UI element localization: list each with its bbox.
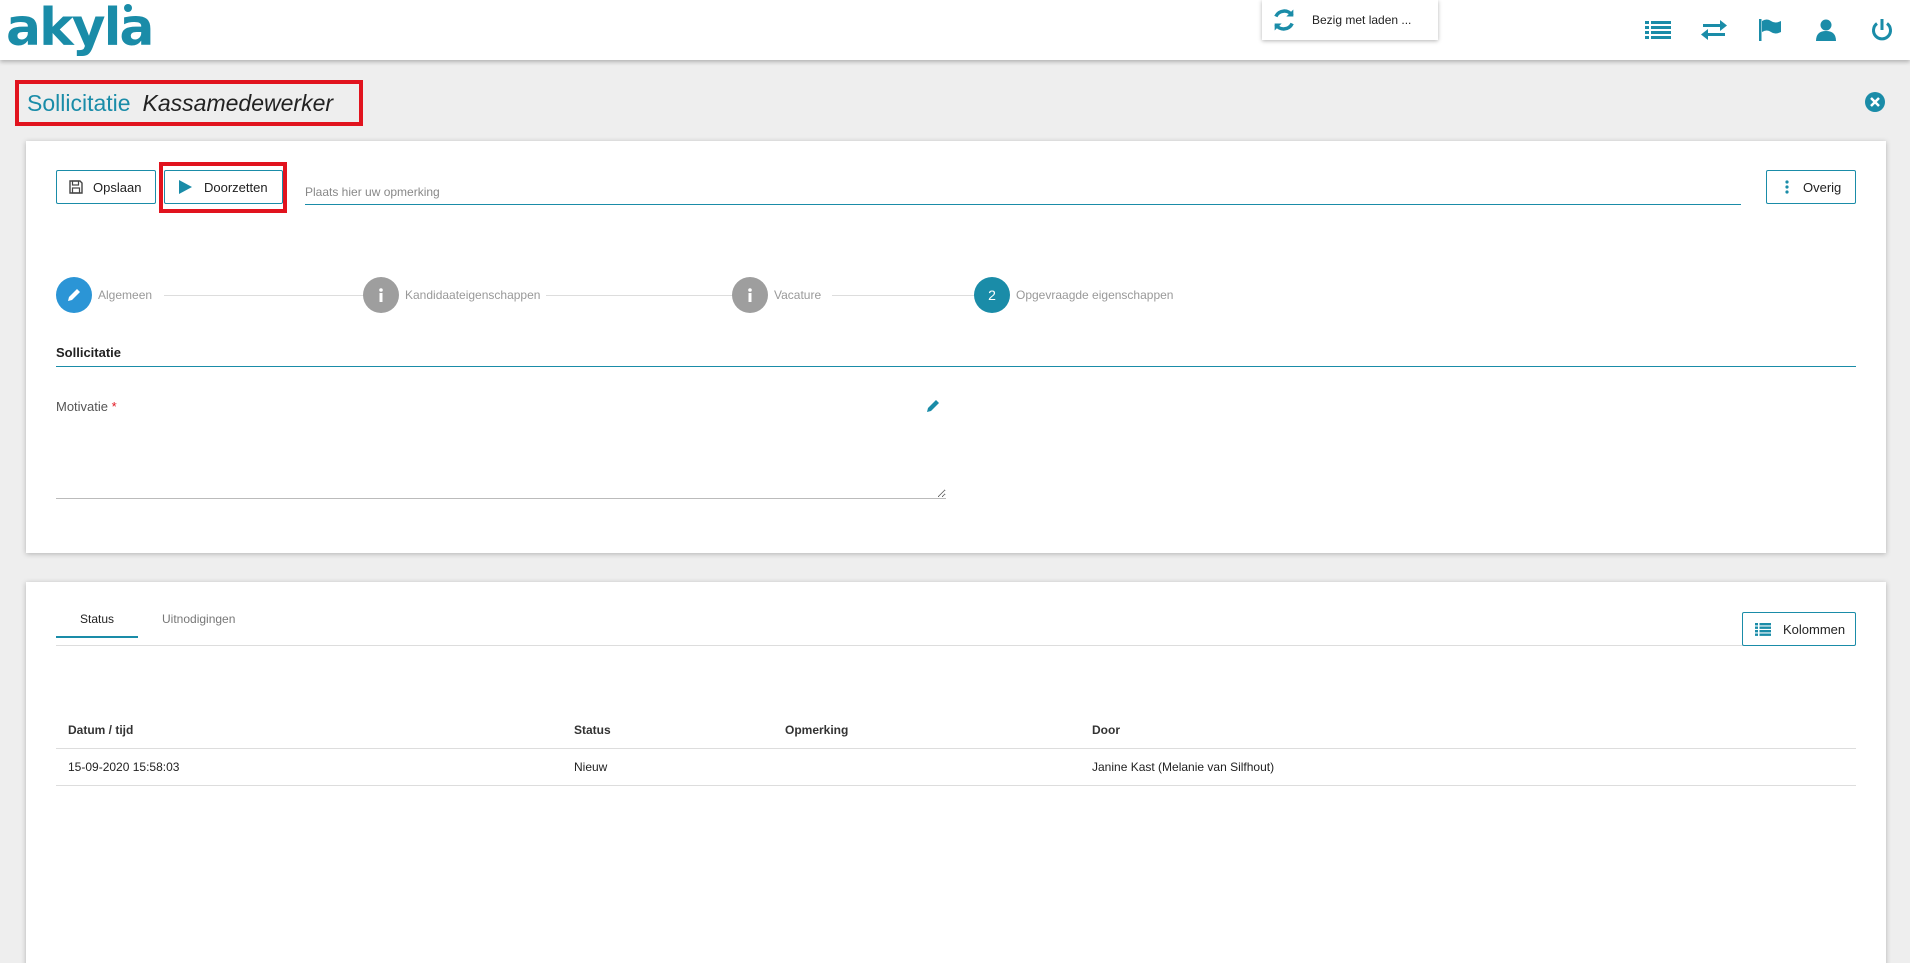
user-icon[interactable]	[1798, 16, 1854, 44]
remark-input[interactable]	[305, 175, 1741, 205]
column-header[interactable]: Opmerking	[785, 723, 1092, 737]
power-icon[interactable]	[1854, 16, 1910, 44]
logo-dot	[124, 4, 132, 12]
top-icon-bar	[1630, 16, 1910, 44]
table-cell: Nieuw	[574, 760, 608, 774]
play-icon	[179, 180, 192, 194]
step-kandidaateigenschappen[interactable]: Kandidaateigenschappen	[363, 277, 540, 313]
history-card: Status Uitnodigingen Kolommen Datum / ti…	[26, 582, 1886, 963]
pencil-icon	[56, 277, 92, 313]
table-cell: Janine Kast (Melanie van Silfhout)	[1092, 760, 1275, 774]
step-connector	[546, 295, 746, 296]
tab-uitnodigingen[interactable]: Uitnodigingen	[162, 612, 235, 636]
section-divider	[56, 366, 1856, 367]
table-cell: 15-09-2020 15:58:03	[68, 760, 180, 774]
tab-status[interactable]: Status	[56, 612, 138, 638]
page-title-main: Sollicitatie	[27, 89, 131, 116]
tabs-divider	[56, 645, 1744, 646]
columns-button[interactable]: Kolommen	[1742, 612, 1856, 646]
save-button[interactable]: Opslaan	[56, 170, 156, 204]
top-bar: akyla Bezig met laden ...	[0, 0, 1910, 60]
motivatie-label-text: Motivatie	[56, 399, 109, 414]
pencil-icon[interactable]	[926, 399, 940, 418]
loading-indicator: Bezig met laden ...	[1262, 0, 1438, 40]
info-icon	[363, 277, 399, 313]
section-title: Sollicitatie	[56, 345, 122, 360]
vertical-dots-icon	[1785, 180, 1789, 194]
step-connector	[832, 295, 974, 296]
motivatie-label: Motivatie *	[56, 399, 117, 414]
flag-icon[interactable]	[1742, 16, 1798, 44]
save-button-label: Opslaan	[93, 179, 142, 195]
columns-button-label: Kolommen	[1783, 621, 1846, 637]
forward-button-label: Doorzetten	[204, 179, 268, 195]
page-title: Sollicitatie Kassamedewerker	[15, 80, 363, 126]
floppy-disk-icon	[69, 180, 83, 194]
step-label: Algemeen	[98, 288, 153, 302]
required-marker: *	[111, 399, 117, 414]
step-algemeen[interactable]: Algemeen	[56, 277, 152, 313]
step-label: Opgevraagde eigenschappen	[1016, 288, 1174, 302]
more-button-label: Overig	[1803, 179, 1842, 195]
page-title-subtitle: Kassamedewerker	[142, 89, 334, 116]
column-header[interactable]: Status	[574, 723, 785, 737]
refresh-icon	[1274, 9, 1294, 31]
table-row[interactable]: 15-09-2020 15:58:03 Nieuw Janine Kast (M…	[56, 749, 1856, 786]
step-label: Vacature	[774, 288, 822, 302]
close-icon[interactable]	[1865, 92, 1885, 112]
list-icon[interactable]	[1630, 16, 1686, 44]
column-header[interactable]: Door	[1092, 723, 1856, 737]
loading-text: Bezig met laden ...	[1312, 13, 1412, 27]
step-badge: 2	[974, 277, 1010, 313]
swap-icon[interactable]	[1686, 16, 1742, 44]
motivatie-textarea[interactable]	[56, 417, 946, 499]
list-icon	[1755, 622, 1771, 636]
step-vacature[interactable]: Vacature	[732, 277, 821, 313]
step-opgevraagde-eigenschappen[interactable]: 2 Opgevraagde eigenschappen	[974, 277, 1173, 313]
table-header: Datum / tijd Status Opmerking Door	[56, 712, 1856, 749]
forward-button[interactable]: Doorzetten	[164, 170, 283, 204]
step-label: Kandidaateigenschappen	[405, 288, 541, 302]
status-table: Datum / tijd Status Opmerking Door 15-09…	[56, 712, 1856, 786]
info-icon	[732, 277, 768, 313]
application-form-card: Opslaan Doorzetten Overig Algemeen Kandi…	[26, 141, 1886, 553]
more-button[interactable]: Overig	[1766, 170, 1856, 204]
column-header[interactable]: Datum / tijd	[56, 723, 574, 737]
step-connector	[164, 295, 380, 296]
